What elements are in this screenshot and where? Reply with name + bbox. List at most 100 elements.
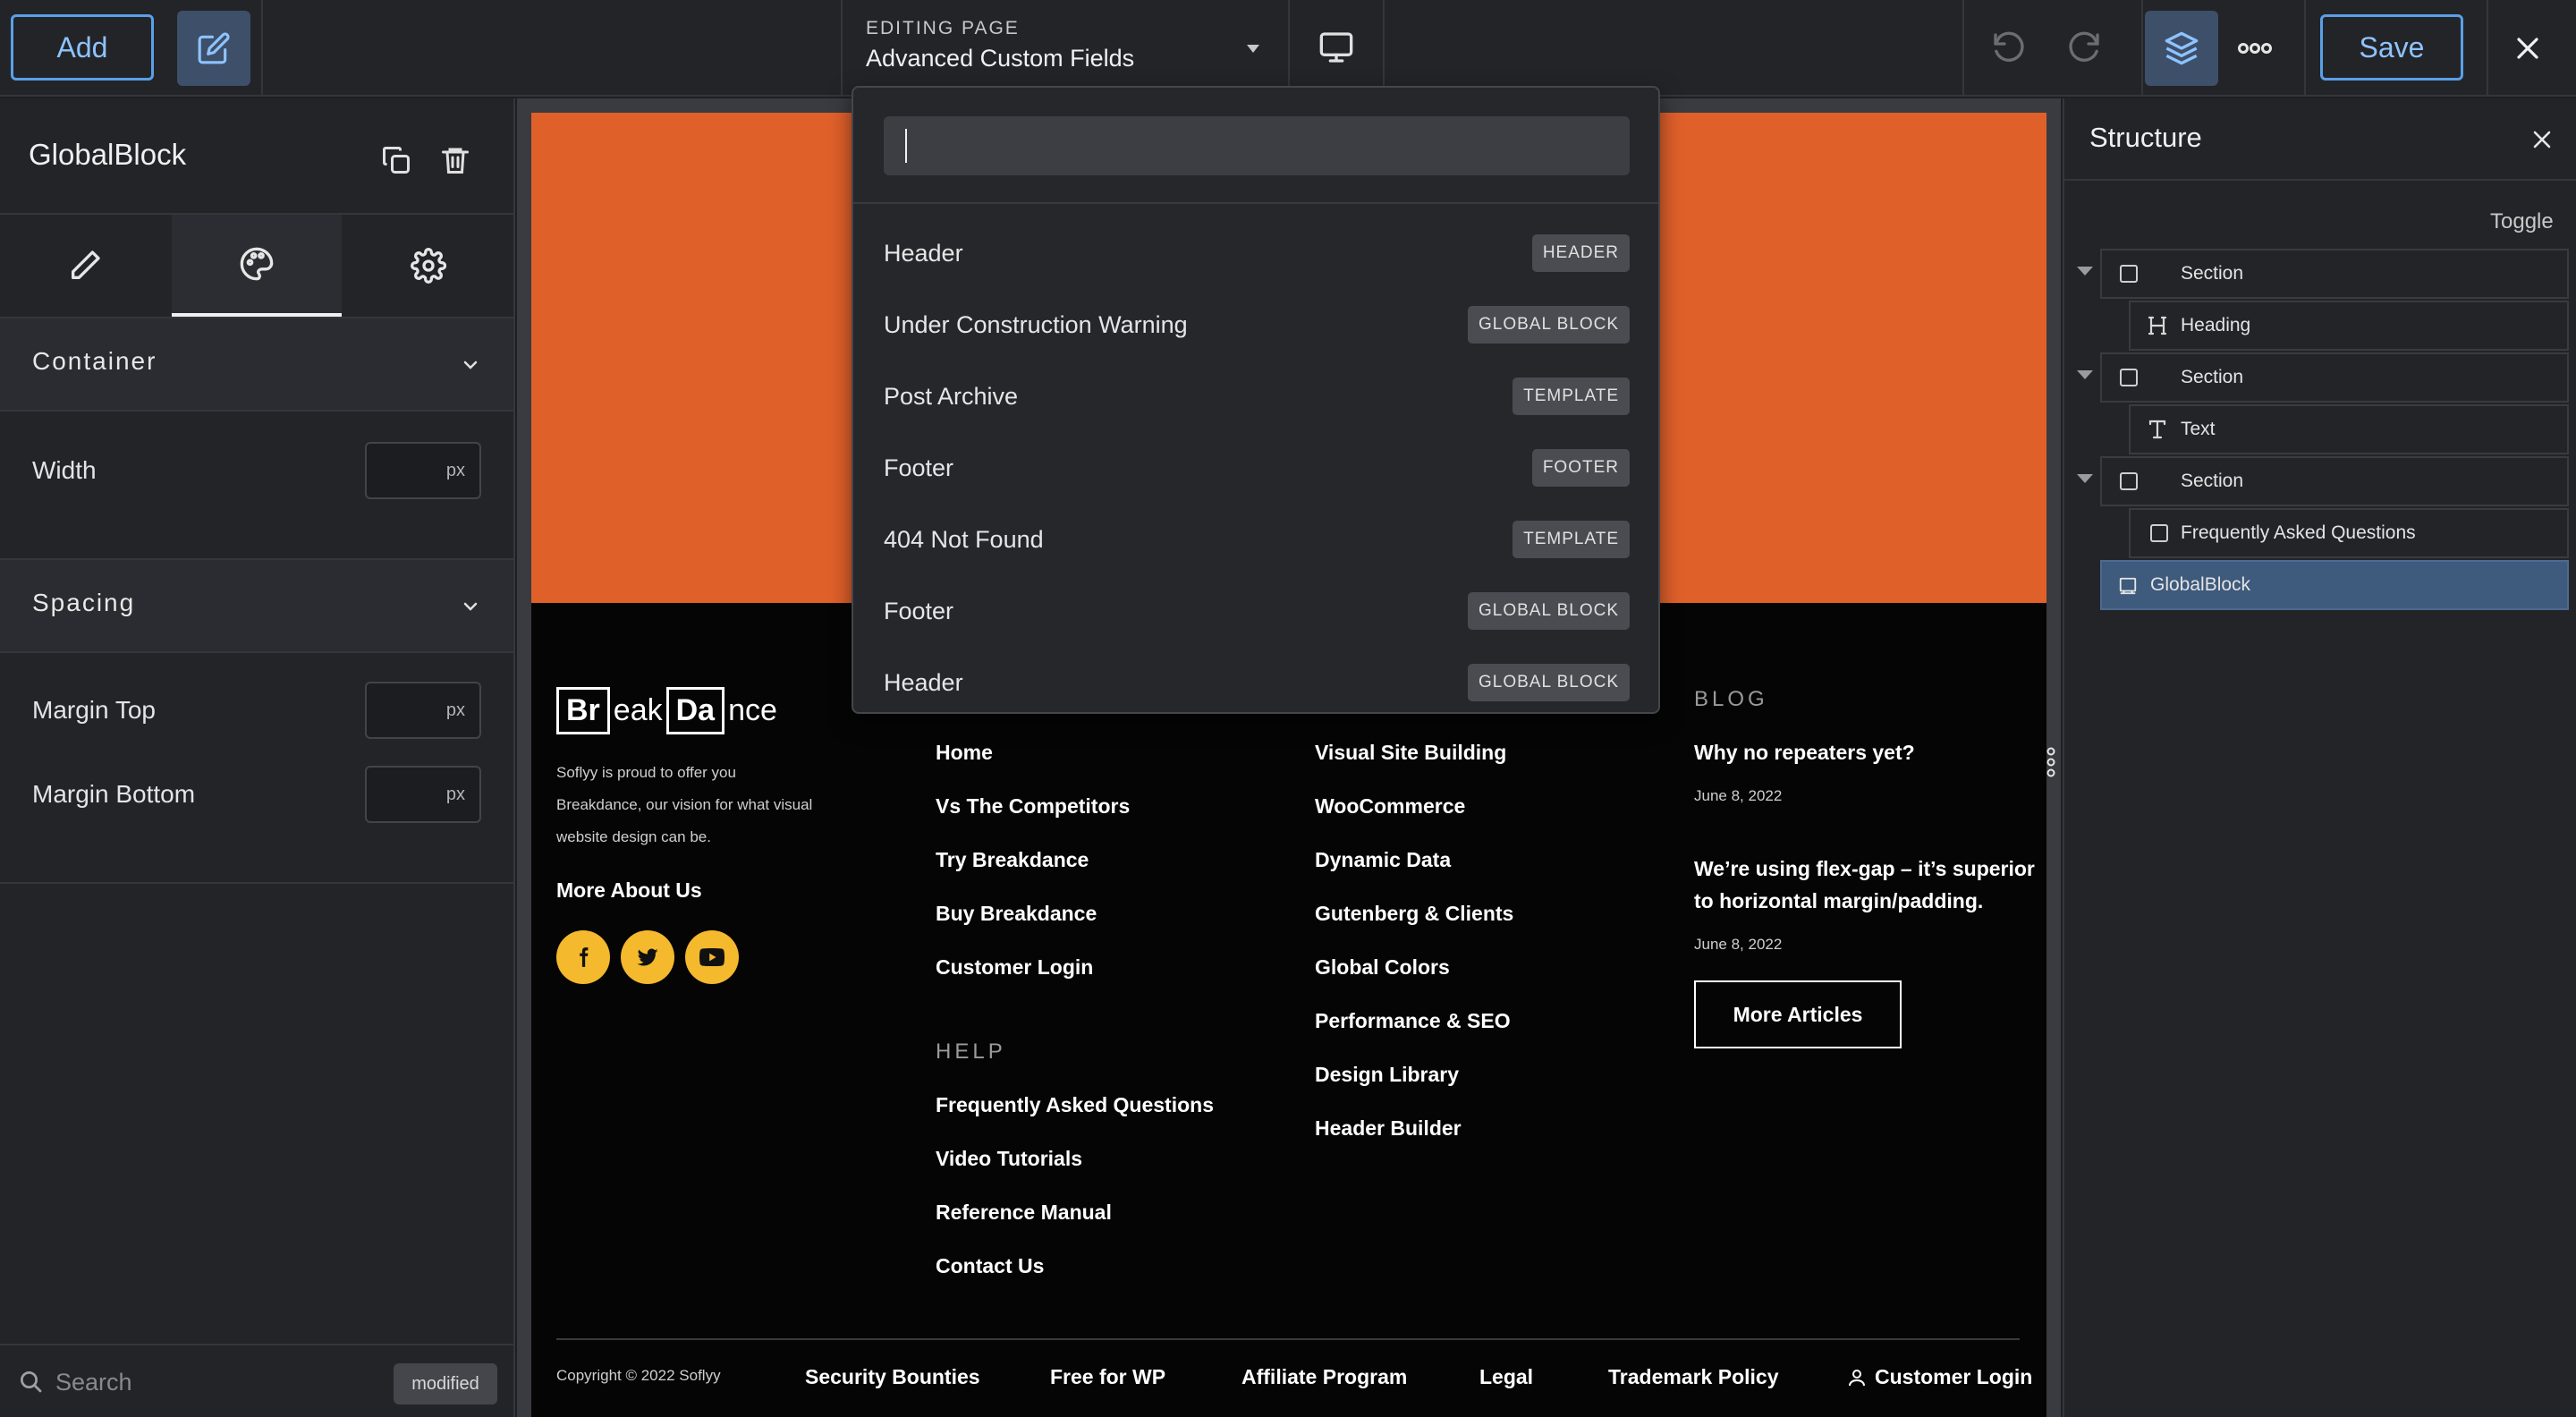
- structure-node[interactable]: Text: [2129, 404, 2569, 454]
- bottom-link[interactable]: Legal: [1479, 1365, 1533, 1389]
- footer-link[interactable]: Gutenberg & Clients: [1315, 902, 1513, 926]
- tab-content[interactable]: [0, 215, 170, 317]
- structure-node[interactable]: Section: [2100, 352, 2569, 403]
- drag-handle-icon: [2046, 747, 2055, 777]
- footer-link[interactable]: Header Builder: [1315, 1116, 1462, 1141]
- toggle-all-button[interactable]: Toggle: [2490, 209, 2554, 234]
- facebook-icon: [580, 947, 589, 967]
- dropdown-divider: [853, 202, 1658, 204]
- dropdown-search-input[interactable]: [884, 116, 1630, 175]
- logo-part: Br: [556, 686, 610, 734]
- duplicate-icon: [383, 147, 410, 174]
- structure-node[interactable]: Section: [2100, 456, 2569, 506]
- item-type-badge: TEMPLATE: [1513, 521, 1630, 558]
- add-button[interactable]: Add: [11, 14, 154, 81]
- customer-login-link[interactable]: Customer Login: [1846, 1365, 2032, 1389]
- structure-node-selected[interactable]: GlobalBlock: [2100, 560, 2569, 610]
- footer-link[interactable]: Buy Breakdance: [936, 902, 1097, 926]
- footer-link[interactable]: Video Tutorials: [936, 1147, 1082, 1171]
- footer-link[interactable]: Reference Manual: [936, 1201, 1112, 1225]
- footer-link[interactable]: Vs The Competitors: [936, 794, 1130, 819]
- item-type-badge: GLOBAL BLOCK: [1467, 664, 1630, 701]
- footer-link[interactable]: Home: [936, 741, 993, 765]
- page-selector[interactable]: EDITING PAGE Advanced Custom Fields: [866, 18, 1259, 81]
- undo-button[interactable]: [1977, 23, 2041, 73]
- blog-post-title[interactable]: to horizontal margin/padding.: [1694, 889, 1983, 913]
- page-selector-dropdown: Header HEADER Under Construction Warning G…: [852, 86, 1660, 714]
- footer-link[interactable]: Contact Us: [936, 1254, 1044, 1278]
- bottom-link[interactable]: Free for WP: [1050, 1365, 1165, 1389]
- facebook-link[interactable]: [556, 930, 610, 984]
- structure-node[interactable]: Frequently Asked Questions: [2129, 508, 2569, 558]
- user-icon: [1849, 1369, 1865, 1386]
- footer-link[interactable]: Performance & SEO: [1315, 1009, 1511, 1033]
- structure-panel: Structure Toggle Section Heading Section…: [2063, 98, 2576, 1417]
- twitter-icon: [637, 948, 658, 966]
- item-type-badge: GLOBAL BLOCK: [1467, 306, 1630, 344]
- divider: [0, 882, 515, 884]
- bottom-link[interactable]: Security Bounties: [805, 1365, 980, 1389]
- footer-link[interactable]: Customer Login: [936, 955, 1093, 980]
- dropdown-item[interactable]: Footer FOOTER: [884, 449, 1630, 488]
- container-section-header[interactable]: Container: [0, 318, 513, 410]
- help-heading: HELP: [936, 1039, 1006, 1064]
- blog-post-date: June 8, 2022: [1694, 936, 1783, 953]
- bottom-link[interactable]: Affiliate Program: [1241, 1365, 1407, 1389]
- margin-top-input[interactable]: px: [365, 682, 481, 739]
- footer-link[interactable]: Frequently Asked Questions: [936, 1093, 1214, 1117]
- dropdown-item[interactable]: Under Construction Warning GLOBAL BLOCK: [884, 306, 1630, 345]
- youtube-link[interactable]: [685, 930, 739, 984]
- spacing-section-header[interactable]: Spacing: [0, 560, 513, 651]
- footer-link[interactable]: Dynamic Data: [1315, 848, 1451, 872]
- close-structure-button[interactable]: [2522, 120, 2562, 159]
- modified-filter-button[interactable]: modified: [394, 1363, 497, 1404]
- expand-caret-icon[interactable]: [2077, 474, 2093, 483]
- edit-mode-button[interactable]: [177, 11, 250, 86]
- tab-settings[interactable]: [343, 215, 513, 317]
- toolbar-divider: [841, 0, 843, 97]
- expand-caret-icon[interactable]: [2077, 370, 2093, 379]
- save-button[interactable]: Save: [2320, 14, 2463, 81]
- blog-post-title[interactable]: We’re using flex-gap – it’s superior: [1694, 857, 2035, 881]
- footer-section[interactable]: Br eak Da nce Soflyy is proud to offer y…: [531, 603, 2046, 1417]
- footer-link[interactable]: Visual Site Building: [1315, 741, 1506, 765]
- margin-bottom-input[interactable]: px: [365, 766, 481, 823]
- blog-post-title[interactable]: Why no repeaters yet?: [1694, 741, 1915, 765]
- structure-node[interactable]: Section: [2100, 249, 2569, 299]
- copyright: Copyright © 2022 Soflyy: [556, 1367, 721, 1384]
- element-search-input[interactable]: Search: [55, 1369, 132, 1396]
- footer-link[interactable]: Global Colors: [1315, 955, 1450, 980]
- bottom-link[interactable]: Trademark Policy: [1608, 1365, 1779, 1389]
- structure-toggle-button[interactable]: [2145, 11, 2218, 86]
- more-articles-button[interactable]: More Articles: [1694, 980, 1902, 1048]
- container-section-label: Container: [32, 347, 157, 375]
- delete-button[interactable]: [433, 138, 478, 182]
- twitter-link[interactable]: [621, 930, 674, 984]
- dropdown-item[interactable]: Header GLOBAL BLOCK: [884, 664, 1630, 703]
- chevron-down-icon: [463, 602, 478, 611]
- duplicate-button[interactable]: [374, 138, 419, 182]
- close-editor-button[interactable]: [2496, 23, 2560, 73]
- dropdown-item[interactable]: Footer GLOBAL BLOCK: [884, 592, 1630, 632]
- expand-caret-icon[interactable]: [2077, 267, 2093, 276]
- footer-link[interactable]: Try Breakdance: [936, 848, 1089, 872]
- dropdown-item[interactable]: Post Archive TEMPLATE: [884, 378, 1630, 417]
- item-type-badge: TEMPLATE: [1513, 378, 1630, 415]
- canvas-resize-handle[interactable]: [2045, 746, 2057, 778]
- more-options-button[interactable]: [2224, 23, 2286, 73]
- responsive-device-button[interactable]: [1290, 0, 1383, 95]
- dropdown-item[interactable]: 404 Not Found TEMPLATE: [884, 521, 1630, 560]
- footer-link[interactable]: Design Library: [1315, 1063, 1459, 1087]
- structure-node[interactable]: Heading: [2129, 301, 2569, 351]
- item-name: 404 Not Found: [884, 526, 1044, 553]
- dropdown-item[interactable]: Header HEADER: [884, 234, 1630, 274]
- tab-style[interactable]: [172, 215, 342, 317]
- width-input[interactable]: px: [365, 442, 481, 499]
- toolbar-divider: [261, 0, 263, 97]
- item-name: Header: [884, 669, 963, 696]
- item-name: Under Construction Warning: [884, 311, 1188, 338]
- footer-link[interactable]: WooCommerce: [1315, 794, 1465, 819]
- breakdance-logo[interactable]: Br eak Da nce: [556, 683, 781, 737]
- redo-button[interactable]: [2052, 23, 2116, 73]
- more-about-link[interactable]: More About Us: [556, 878, 702, 903]
